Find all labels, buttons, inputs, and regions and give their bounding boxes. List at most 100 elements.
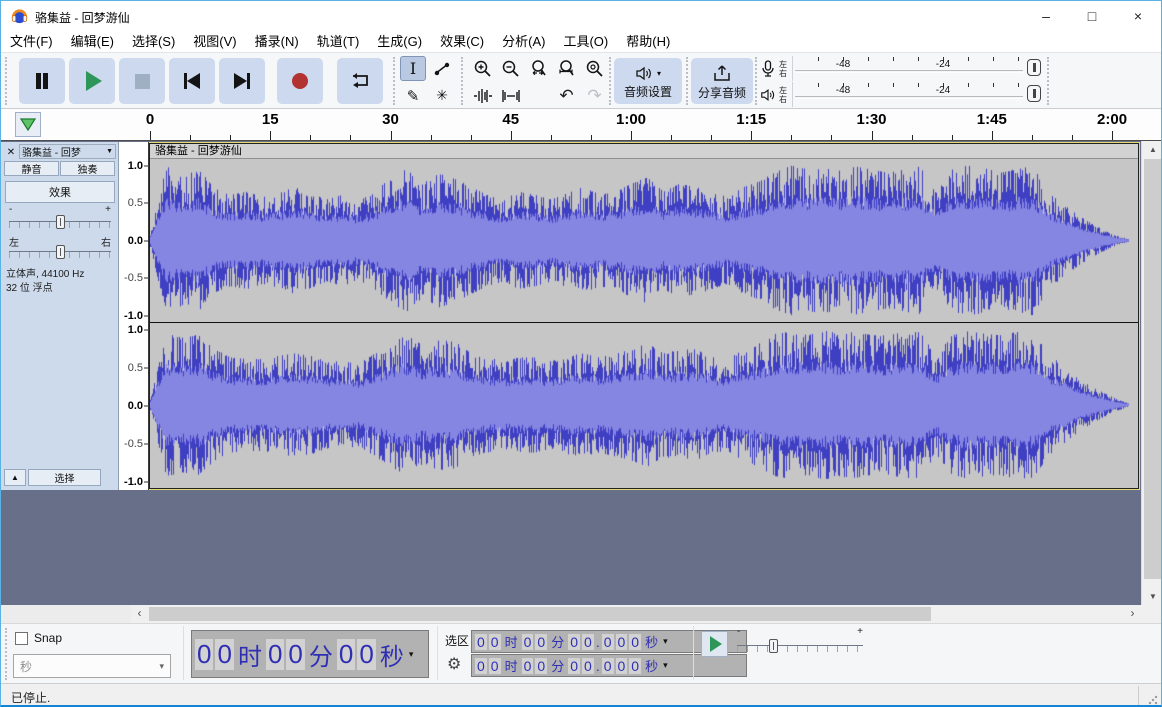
snap-checkbox[interactable]	[15, 632, 28, 645]
play-at-speed-button[interactable]	[701, 631, 728, 657]
share-audio-button[interactable]: 分享音频	[691, 58, 753, 104]
clip-header[interactable]: 骆集益 - 回梦游仙	[150, 144, 1138, 159]
time-digit[interactable]: 0	[215, 639, 233, 670]
zoom-out-button[interactable]	[497, 56, 524, 81]
tools-toolbar-grip[interactable]	[393, 57, 397, 105]
vertical-scrollbar[interactable]: ▲ ▼	[1141, 141, 1162, 605]
audio-position-display[interactable]: 00时00分00秒▾	[191, 630, 429, 678]
time-digit[interactable]: 0	[582, 658, 594, 674]
format-dropdown-arrow-icon[interactable]: ▾	[663, 660, 668, 671]
time-digit[interactable]: 0	[522, 658, 534, 674]
time-digit[interactable]: 0	[522, 634, 534, 650]
track-name-button[interactable]: 骆集益 - 回梦 ▼	[19, 144, 116, 159]
time-digit[interactable]: 0	[475, 634, 487, 650]
time-digit[interactable]: 0	[475, 658, 487, 674]
gain-slider[interactable]: - +	[7, 204, 113, 232]
speed-slider-track[interactable]	[737, 645, 863, 652]
time-digit[interactable]: 0	[266, 639, 284, 670]
track-select-button[interactable]: 选择	[28, 469, 101, 486]
toolbar-grip[interactable]	[5, 57, 9, 105]
time-digit[interactable]: 0	[616, 634, 628, 650]
pan-slider[interactable]: 左 右	[7, 234, 113, 262]
menu-item[interactable]: 播录(N)	[246, 31, 308, 52]
time-digit[interactable]: 0	[195, 639, 213, 670]
stop-button[interactable]	[119, 58, 165, 104]
recording-meter-bar[interactable]: -48-24	[792, 56, 1043, 81]
play-button[interactable]	[69, 58, 115, 104]
time-digit[interactable]: 0	[357, 639, 375, 670]
record-button[interactable]	[277, 58, 323, 104]
time-digit[interactable]: 0	[337, 639, 355, 670]
menu-item[interactable]: 帮助(H)	[617, 31, 679, 52]
time-digit[interactable]: .	[596, 658, 600, 674]
zoom-toggle-button[interactable]	[581, 56, 608, 81]
setup-toolbar-grip[interactable]	[609, 57, 613, 105]
format-dropdown-arrow-icon[interactable]: ▾	[409, 649, 414, 660]
menu-item[interactable]: 效果(C)	[431, 31, 493, 52]
menu-item[interactable]: 分析(A)	[493, 31, 554, 52]
time-digit[interactable]: 0	[602, 658, 614, 674]
playback-meter-bar[interactable]: -48-24	[792, 82, 1043, 107]
time-digit[interactable]: 0	[535, 658, 547, 674]
collapse-track-button[interactable]: ▲	[4, 469, 26, 486]
effects-button[interactable]: 效果	[5, 181, 115, 203]
play-speed-slider[interactable]: - +	[735, 628, 865, 656]
scroll-down-arrow[interactable]: ▼	[1142, 588, 1162, 605]
time-digit[interactable]: 0	[568, 634, 580, 650]
audio-setup-button[interactable]: ▾ 音频设置	[614, 58, 682, 104]
horizontal-scrollbar-thumb[interactable]	[149, 607, 931, 621]
draw-tool-button[interactable]: ✎	[400, 83, 426, 108]
zoom-in-button[interactable]	[469, 56, 496, 81]
time-digit[interactable]: 0	[616, 658, 628, 674]
menu-item[interactable]: 视图(V)	[184, 31, 245, 52]
fit-project-button[interactable]	[553, 56, 580, 81]
maximize-button[interactable]: □	[1069, 1, 1115, 31]
time-digit[interactable]: 0	[489, 634, 501, 650]
speed-slider-thumb[interactable]	[769, 639, 778, 653]
pause-button[interactable]	[19, 58, 65, 104]
time-digit[interactable]: 0	[629, 634, 641, 650]
pan-slider-thumb[interactable]	[56, 245, 65, 259]
skip-to-end-button[interactable]	[219, 58, 265, 104]
time-digit[interactable]: 0	[286, 639, 304, 670]
audio-clip[interactable]: 骆集益 - 回梦游仙	[149, 143, 1139, 489]
timeline-ruler[interactable]: 01530451:001:151:301:452:00	[1, 109, 1161, 141]
trim-audio-button[interactable]	[469, 83, 496, 108]
playback-meter[interactable]: 左右 -48-24	[757, 82, 1043, 107]
redo-button[interactable]: ↷	[581, 83, 608, 108]
fit-selection-button[interactable]	[525, 56, 552, 81]
resize-grip[interactable]	[1148, 695, 1158, 705]
solo-button[interactable]: 独奏	[60, 161, 115, 176]
pinned-play-head-button[interactable]	[15, 112, 41, 137]
scroll-up-arrow[interactable]: ▲	[1142, 141, 1162, 158]
waveform-left-channel[interactable]	[150, 159, 1138, 322]
selection-settings-gear-icon[interactable]: ⚙	[447, 654, 461, 674]
snap-unit-combobox[interactable]: 秒 ▾	[13, 654, 171, 678]
waveform-right-channel[interactable]	[150, 323, 1138, 487]
skip-to-start-button[interactable]	[169, 58, 215, 104]
multi-tool-button[interactable]: ✳	[429, 83, 455, 108]
time-digit[interactable]: 0	[568, 658, 580, 674]
time-digit[interactable]: .	[596, 634, 600, 650]
vertical-scale-ruler[interactable]: 1.00.50.0-0.5-1.01.00.50.0-0.5-1.0	[119, 142, 149, 490]
envelope-tool-button[interactable]	[429, 56, 455, 81]
menu-item[interactable]: 编辑(E)	[62, 31, 123, 52]
time-digit[interactable]: 0	[535, 634, 547, 650]
share-toolbar-grip[interactable]	[686, 57, 690, 105]
menu-item[interactable]: 轨道(T)	[308, 31, 369, 52]
track-close-button[interactable]: ✕	[4, 145, 18, 159]
menu-item[interactable]: 选择(S)	[123, 31, 184, 52]
loop-button[interactable]	[337, 58, 383, 104]
scroll-right-arrow[interactable]: ›	[1124, 605, 1141, 623]
silence-audio-button[interactable]	[497, 83, 524, 108]
edit-toolbar-grip[interactable]	[461, 57, 465, 105]
time-digit[interactable]: 0	[602, 634, 614, 650]
menu-item[interactable]: 文件(F)	[1, 31, 62, 52]
selection-end-display[interactable]: 00时00分00.000秒▾	[471, 654, 747, 677]
title-bar[interactable]: 骆集益 - 回梦游仙 – □ ×	[1, 1, 1161, 31]
menu-item[interactable]: 工具(O)	[554, 31, 617, 52]
format-dropdown-arrow-icon[interactable]: ▾	[663, 636, 668, 647]
vertical-scrollbar-thumb[interactable]	[1144, 159, 1162, 579]
time-digit[interactable]: 0	[489, 658, 501, 674]
time-digit[interactable]: 0	[582, 634, 594, 650]
